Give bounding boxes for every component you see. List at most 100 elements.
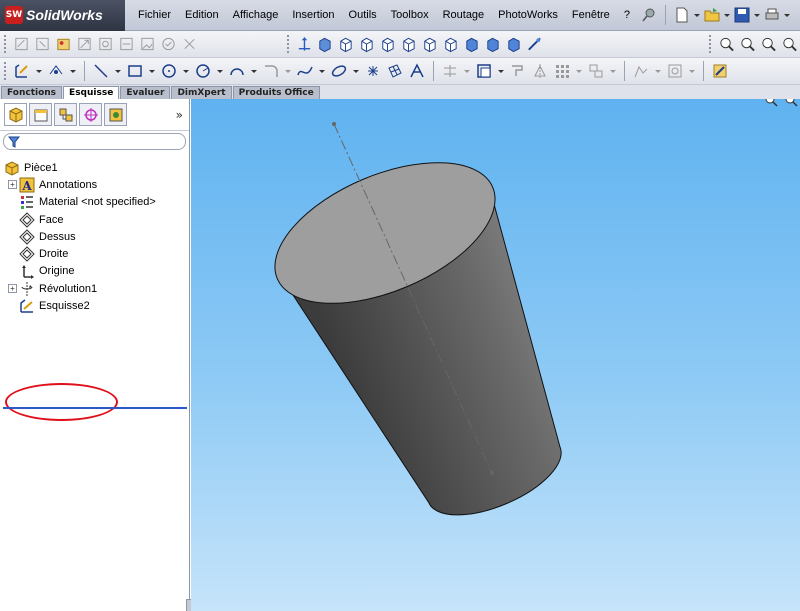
- tab-esquisse[interactable]: Esquisse: [63, 86, 120, 99]
- menu-fichier[interactable]: Fichier: [131, 9, 178, 21]
- expand-icon[interactable]: +: [8, 284, 17, 294]
- menu-insertion[interactable]: Insertion: [285, 9, 341, 21]
- menu-edition[interactable]: Edition: [178, 9, 226, 21]
- new-document-icon[interactable]: [674, 7, 690, 23]
- tree-item-dessus[interactable]: Dessus: [0, 228, 189, 245]
- zoom-to-fit-icon[interactable]: [718, 35, 735, 53]
- chevron-down-icon[interactable]: [318, 62, 326, 80]
- shaded-cube-icon[interactable]: [463, 35, 480, 53]
- cube-view-icon[interactable]: [379, 35, 396, 53]
- tree-item-droite[interactable]: Droite: [0, 245, 189, 262]
- sketch-picture-icon[interactable]: [139, 35, 156, 53]
- move-icon[interactable]: [296, 35, 313, 53]
- menu-affichage[interactable]: Affichage: [226, 9, 286, 21]
- shaded-cube-icon[interactable]: [505, 35, 522, 53]
- extruded-boss-icon[interactable]: [316, 35, 333, 53]
- rectangle-icon[interactable]: [126, 62, 144, 80]
- toolbar-grip[interactable]: [4, 35, 7, 53]
- cube-view-icon[interactable]: [400, 35, 417, 53]
- chevron-down-icon[interactable]: [284, 62, 292, 80]
- rapid-sketch-icon[interactable]: [118, 35, 135, 53]
- rapid-sketch-icon[interactable]: [711, 62, 729, 80]
- tree-item-annotations[interactable]: + A Annotations: [0, 176, 189, 193]
- chevron-down-icon[interactable]: [182, 62, 190, 80]
- offset-entities-icon[interactable]: [475, 62, 493, 80]
- cube-view-icon[interactable]: [337, 35, 354, 53]
- repair-sketch-icon[interactable]: [76, 35, 93, 53]
- more-tabs-icon[interactable]: »: [176, 108, 183, 122]
- print-icon[interactable]: [764, 7, 780, 23]
- check-sketch-icon[interactable]: [160, 35, 177, 53]
- display-relations-icon[interactable]: [55, 35, 72, 53]
- add-relation-icon[interactable]: [34, 35, 51, 53]
- chevron-down-icon[interactable]: [69, 62, 77, 80]
- tab-dimxpert[interactable]: DimXpert: [171, 86, 232, 99]
- cube-view-icon[interactable]: [421, 35, 438, 53]
- text-icon[interactable]: [408, 62, 426, 80]
- toolbar-grip[interactable]: [709, 35, 712, 53]
- toolbar-grip[interactable]: [4, 62, 7, 80]
- tab-produits-office[interactable]: Produits Office: [232, 86, 320, 99]
- tree-item-revolution1[interactable]: + Révolution1: [0, 280, 189, 297]
- sketch-icon[interactable]: [13, 62, 31, 80]
- graphics-viewport[interactable]: [191, 99, 800, 611]
- menu-routage[interactable]: Routage: [436, 9, 492, 21]
- chevron-down-icon[interactable]: [114, 62, 122, 80]
- section-view-icon[interactable]: [526, 35, 543, 53]
- chevron-down-icon[interactable]: [609, 62, 617, 80]
- display-manager-tab[interactable]: [104, 103, 127, 126]
- sketch-relation-icon[interactable]: [13, 35, 30, 53]
- tree-item-origine[interactable]: Origine: [0, 263, 189, 280]
- chevron-down-icon[interactable]: [654, 62, 662, 80]
- quick-snaps-icon[interactable]: [666, 62, 684, 80]
- property-manager-tab[interactable]: [29, 103, 52, 126]
- tree-item-root[interactable]: Pièce1: [0, 159, 189, 176]
- trim-icon[interactable]: [441, 62, 459, 80]
- mirror-icon[interactable]: [531, 62, 549, 80]
- open-folder-icon[interactable]: [704, 7, 720, 23]
- tab-fonctions[interactable]: Fonctions: [1, 86, 63, 99]
- circle-icon[interactable]: [194, 62, 212, 80]
- convert-entities-icon[interactable]: [509, 62, 527, 80]
- tree-item-material[interactable]: Material <not specified>: [0, 194, 189, 211]
- fillet-icon[interactable]: [262, 62, 280, 80]
- pushpin-icon[interactable]: [641, 7, 657, 23]
- tree-item-esquisse2[interactable]: Esquisse2: [0, 297, 189, 314]
- chevron-down-icon[interactable]: [497, 62, 505, 80]
- save-icon[interactable]: [734, 7, 750, 23]
- expand-icon[interactable]: +: [8, 180, 17, 190]
- cube-view-icon[interactable]: [358, 35, 375, 53]
- feature-manager-tab[interactable]: [4, 103, 27, 126]
- chevron-down-icon[interactable]: [352, 62, 360, 80]
- chevron-down-icon[interactable]: [783, 7, 791, 23]
- chevron-down-icon[interactable]: [693, 7, 701, 23]
- ellipse-icon[interactable]: [330, 62, 348, 80]
- plane-grid-icon[interactable]: [386, 62, 404, 80]
- spline-icon[interactable]: [296, 62, 314, 80]
- display-relations-icon[interactable]: [632, 62, 650, 80]
- point-icon[interactable]: [364, 62, 382, 80]
- polygon-icon[interactable]: [160, 62, 178, 80]
- chevron-down-icon[interactable]: [35, 62, 43, 80]
- toolbar-grip[interactable]: [286, 35, 290, 53]
- tree-item-face[interactable]: Face: [0, 211, 189, 228]
- solidworks-logo[interactable]: SW SolidWorks: [0, 0, 125, 31]
- shaded-cube-icon[interactable]: [484, 35, 501, 53]
- tab-evaluer[interactable]: Evaluer: [120, 86, 171, 99]
- chevron-down-icon[interactable]: [753, 7, 761, 23]
- zoom-selection-icon[interactable]: [781, 35, 798, 53]
- chevron-down-icon[interactable]: [216, 62, 224, 80]
- line-icon[interactable]: [92, 62, 110, 80]
- linear-pattern-icon[interactable]: [553, 62, 571, 80]
- dimxpert-manager-tab[interactable]: [79, 103, 102, 126]
- chevron-down-icon[interactable]: [463, 62, 471, 80]
- chevron-down-icon[interactable]: [148, 62, 156, 80]
- menu-help[interactable]: ?: [617, 9, 637, 21]
- smart-dimension-icon[interactable]: [47, 62, 65, 80]
- quick-snaps-icon[interactable]: [97, 35, 114, 53]
- zoom-in-out-icon[interactable]: [760, 35, 777, 53]
- configuration-manager-tab[interactable]: [54, 103, 77, 126]
- menu-toolbox[interactable]: Toolbox: [384, 9, 436, 21]
- cube-view-icon[interactable]: [442, 35, 459, 53]
- arc-icon[interactable]: [228, 62, 246, 80]
